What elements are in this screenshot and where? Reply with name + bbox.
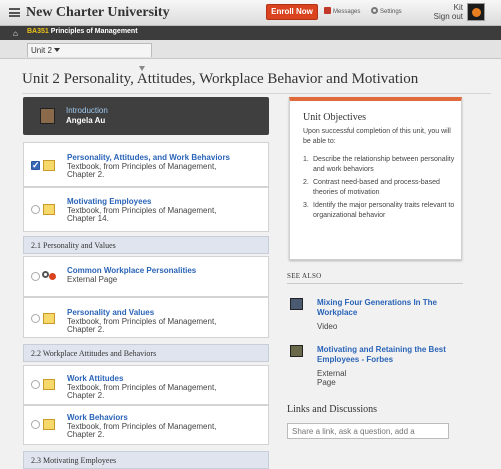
book-icon bbox=[43, 379, 55, 390]
course-code: BA351 bbox=[27, 28, 49, 35]
external-link-icon bbox=[42, 271, 56, 282]
objective-item: 1. Describe the relationship between pers… bbox=[303, 156, 455, 173]
completed-checkbox[interactable] bbox=[31, 160, 40, 171]
top-bar: New Charter University Enroll Now Messag… bbox=[0, 0, 501, 26]
section-header: 2.2 Workplace Attitudes and Behaviors bbox=[23, 344, 269, 362]
author-avatar bbox=[40, 108, 55, 124]
item-desc: Textbook, from Principles of Management,… bbox=[67, 162, 217, 179]
section-header: 2.3 Motivating Employees bbox=[23, 451, 269, 469]
objective-item: 3. Identify the major personality traits … bbox=[303, 202, 455, 219]
user-menu: Kit Sign out bbox=[421, 3, 463, 21]
book-icon bbox=[43, 313, 55, 324]
list-item[interactable]: Motivating Employees Textbook, from Prin… bbox=[23, 187, 269, 232]
list-item[interactable]: Work Attitudes Textbook, from Principles… bbox=[23, 365, 269, 405]
messages-icon bbox=[324, 7, 331, 14]
signout-link[interactable]: Sign out bbox=[421, 12, 463, 21]
see-also-title[interactable]: Motivating and Retaining the Best Employ… bbox=[317, 345, 467, 365]
links-heading: Links and Discussions bbox=[287, 404, 377, 415]
item-title[interactable]: Work Behaviors bbox=[67, 413, 128, 422]
breadcrumb: ⌂ BA351 Principles of Management bbox=[0, 26, 501, 40]
objective-item: 2. Contrast need-based and process-based … bbox=[303, 179, 440, 196]
item-title[interactable]: Personality, Attitudes, and Work Behavio… bbox=[67, 153, 230, 162]
completion-checkbox[interactable] bbox=[31, 380, 40, 389]
user-name: Kit bbox=[453, 3, 463, 12]
brand-title[interactable]: New Charter University bbox=[26, 5, 170, 21]
item-desc: Textbook, from Principles of Management,… bbox=[67, 317, 217, 334]
course-name: Principles of Management bbox=[50, 28, 138, 35]
introduction-title: Introduction bbox=[66, 106, 108, 115]
section-header: 2.1 Personality and Values bbox=[23, 236, 269, 254]
page-title: Unit 2 Personality, Attitudes, Workplace… bbox=[22, 71, 419, 87]
see-also-type: Video bbox=[317, 322, 338, 331]
hamburger-menu-icon[interactable] bbox=[9, 8, 20, 17]
video-thumbnail bbox=[290, 298, 303, 310]
see-also-heading: SEE ALSO bbox=[287, 272, 463, 284]
completion-checkbox[interactable] bbox=[31, 420, 40, 429]
completion-checkbox[interactable] bbox=[31, 314, 40, 323]
see-also-type: External Page bbox=[317, 369, 347, 387]
see-also-title[interactable]: Mixing Four Generations In The Workplace bbox=[317, 298, 467, 318]
objectives-list: 1. Describe the relationship between pers… bbox=[303, 155, 458, 224]
item-title[interactable]: Personality and Values bbox=[67, 308, 154, 317]
settings-label: Settings bbox=[380, 9, 402, 15]
enroll-now-button[interactable]: Enroll Now bbox=[266, 4, 318, 20]
book-icon bbox=[43, 160, 55, 171]
messages-link[interactable]: Messages bbox=[324, 7, 360, 15]
page-thumbnail bbox=[290, 345, 303, 357]
share-link-input[interactable] bbox=[287, 423, 449, 439]
book-icon bbox=[43, 204, 55, 215]
gear-icon bbox=[371, 7, 378, 14]
unit-bar: Unit 2 bbox=[0, 40, 501, 59]
unit-selector-value: Unit 2 bbox=[31, 46, 52, 55]
title-divider bbox=[22, 93, 491, 94]
item-desc: Textbook, from Principles of Management,… bbox=[67, 383, 217, 400]
book-icon bbox=[43, 419, 55, 430]
list-item[interactable]: Personality, Attitudes, and Work Behavio… bbox=[23, 142, 269, 187]
introduction-author: Angela Au bbox=[66, 116, 106, 125]
list-item[interactable]: Personality and Values Textbook, from Pr… bbox=[23, 297, 269, 338]
completion-checkbox[interactable] bbox=[31, 205, 40, 214]
unit-selector[interactable]: Unit 2 bbox=[27, 43, 152, 57]
settings-link[interactable]: Settings bbox=[371, 7, 402, 15]
breadcrumb-course[interactable]: BA351 Principles of Management bbox=[27, 28, 138, 35]
chevron-down-icon bbox=[53, 48, 60, 52]
introduction-item[interactable]: Introduction Angela Au bbox=[23, 97, 269, 135]
messages-label: Messages bbox=[333, 9, 361, 15]
home-icon[interactable]: ⌂ bbox=[13, 29, 18, 38]
item-title[interactable]: Work Attitudes bbox=[67, 374, 123, 383]
item-title[interactable]: Motivating Employees bbox=[67, 197, 151, 206]
objectives-heading: Unit Objectives bbox=[303, 112, 367, 123]
avatar[interactable] bbox=[467, 3, 485, 21]
unit-objectives-panel: Unit Objectives Upon successful completi… bbox=[289, 97, 462, 260]
objectives-intro: Upon successful completion of this unit,… bbox=[303, 128, 451, 145]
item-desc: External Page bbox=[67, 275, 118, 284]
list-item[interactable]: Work Behaviors Textbook, from Principles… bbox=[23, 405, 269, 445]
item-title[interactable]: Common Workplace Personalities bbox=[67, 266, 196, 275]
item-desc: Textbook, from Principles of Management,… bbox=[67, 206, 217, 223]
completion-checkbox[interactable] bbox=[31, 272, 40, 281]
item-desc: Textbook, from Principles of Management,… bbox=[67, 422, 217, 439]
list-item[interactable]: Common Workplace Personalities External … bbox=[23, 256, 269, 297]
